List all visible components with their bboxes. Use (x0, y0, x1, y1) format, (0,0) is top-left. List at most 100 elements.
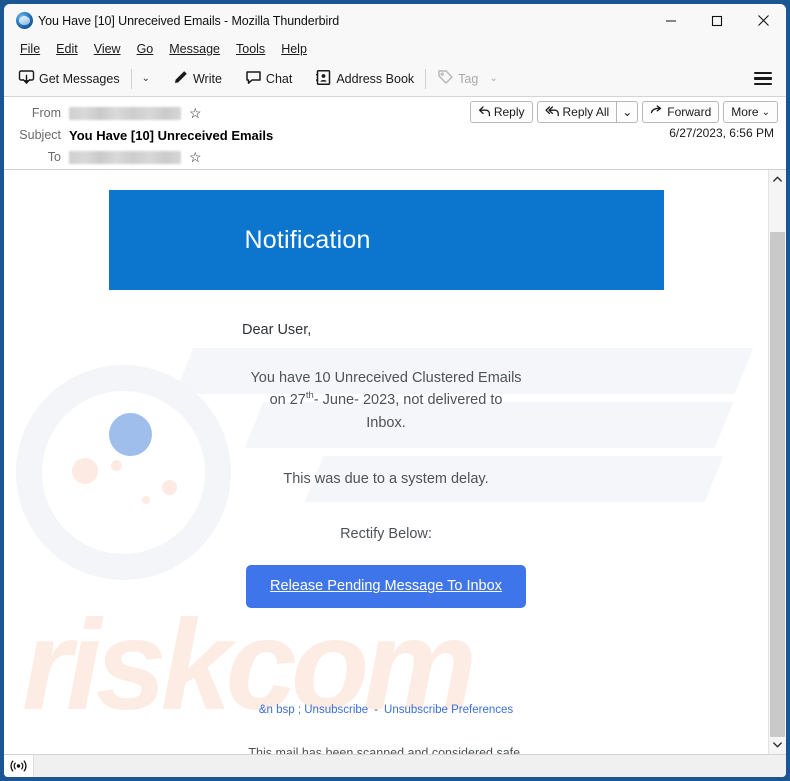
window-content: You Have [10] Unreceived Emails - Mozill… (4, 4, 786, 777)
menu-help[interactable]: Help (273, 40, 315, 58)
email-body-line-2-pre: on 27 (269, 392, 306, 409)
close-button[interactable] (740, 4, 786, 37)
minimize-button[interactable] (648, 4, 694, 37)
to-label: To (47, 150, 61, 164)
chat-label: Chat (265, 71, 293, 86)
menu-view[interactable]: View (86, 40, 129, 58)
menu-file[interactable]: File (12, 40, 48, 58)
reply-button[interactable]: Reply (469, 101, 533, 123)
subject-value: You Have [10] Unreceived Emails (69, 127, 274, 143)
email-body-line-2: on 27th- June- 2023, not delivered to (4, 389, 768, 411)
notification-banner-title: Notification (244, 225, 371, 254)
app-menu-icon[interactable] (754, 70, 776, 88)
from-label: From (31, 106, 61, 120)
message-body-area: riskcom Notification Dear User, You have… (4, 170, 786, 754)
footer-separator: - (374, 704, 379, 717)
email-body-line-3: Inbox. (366, 414, 406, 431)
reply-all-button[interactable]: Reply All (536, 101, 617, 123)
menu-edit-label: Edit (56, 42, 78, 56)
menu-tools[interactable]: Tools (228, 40, 273, 58)
email-delay-note: This was due to a system delay. (283, 471, 489, 488)
email-body-ordinal-suffix: th (305, 390, 314, 402)
menu-file-label: File (20, 42, 41, 56)
email-canvas: riskcom Notification Dear User, You have… (4, 170, 768, 754)
notification-banner: Notification (108, 190, 664, 290)
from-address-redacted (69, 106, 181, 120)
email-body-line-2-post: - June- 2023, not delivered to (313, 392, 503, 409)
more-chevron-down-icon: ⌄ (761, 106, 770, 118)
reply-all-dropdown[interactable]: ⌄ (616, 101, 639, 123)
menu-message[interactable]: Message (161, 40, 228, 58)
toolbar-spacer-2 (303, 69, 304, 89)
email-greeting: Dear User, (242, 322, 312, 338)
message-actions: Reply Reply All ⌄ Forward More ⌄ (466, 101, 778, 123)
reply-label: Reply (493, 105, 525, 119)
email-body-paragraph: You have 10 Unreceived Clustered Emails … (4, 367, 768, 434)
message-date: 6/27/2023, 6:56 PM (669, 126, 774, 140)
address-book-icon (315, 69, 332, 89)
write-label: Write (192, 71, 222, 86)
email-content: Notification Dear User, You have 10 Unre… (4, 170, 768, 754)
scrollbar-thumb[interactable] (770, 232, 785, 737)
more-label: More (731, 105, 759, 119)
menu-go[interactable]: Go (129, 40, 162, 58)
status-bar (4, 754, 786, 777)
menu-edit[interactable]: Edit (48, 40, 86, 58)
email-footer-links: &n bsp ; Unsubscribe - Unsubscribe Prefere… (4, 704, 768, 716)
address-book-button[interactable]: Address Book (309, 66, 420, 92)
get-messages-label: Get Messages (39, 71, 120, 86)
reply-arrow-icon (478, 105, 491, 120)
chat-bubble-icon (245, 69, 262, 89)
unsubscribe-link[interactable]: &n bsp ; Unsubscribe (259, 704, 368, 716)
scrollbar-up-arrow[interactable] (769, 170, 786, 188)
toolbar-divider-2 (160, 69, 161, 89)
address-book-label: Address Book (336, 71, 415, 86)
chat-button[interactable]: Chat (239, 66, 298, 92)
message-header: From ☆ Subject You Have [10] Unreceived … (4, 97, 786, 170)
subject-label: Subject (19, 128, 61, 142)
more-button[interactable]: More ⌄ (723, 101, 778, 123)
menu-bar: File Edit View Go Message Tools Help (4, 37, 786, 61)
title-bar: You Have [10] Unreceived Emails - Mozill… (4, 4, 786, 37)
unsubscribe-preferences-link[interactable]: Unsubscribe Preferences (384, 704, 513, 716)
get-messages-dropdown[interactable]: ⌄ (137, 73, 155, 84)
forward-button[interactable]: Forward (642, 101, 720, 123)
write-button[interactable]: Write (166, 66, 228, 92)
forward-arrow-icon (650, 104, 664, 120)
email-body-line-1: You have 10 Unreceived Clustered Emails (250, 370, 522, 386)
reply-all-arrow-icon (544, 105, 560, 120)
main-toolbar: Get Messages ⌄ Write Chat Address Book T… (4, 61, 786, 97)
to-star-icon[interactable]: ☆ (189, 150, 202, 164)
window-controls (648, 4, 786, 37)
thunderbird-window: You Have [10] Unreceived Emails - Mozill… (0, 0, 790, 781)
release-pending-message-button[interactable]: Release Pending Message To Inbox (246, 565, 526, 609)
download-mail-icon (18, 69, 35, 89)
tag-icon (437, 69, 454, 89)
to-address-redacted (69, 150, 181, 164)
get-messages-button[interactable]: Get Messages (12, 66, 126, 92)
menu-tools-label: Tools (236, 42, 266, 56)
pencil-icon (172, 69, 189, 89)
tag-button[interactable]: Tag (431, 66, 484, 92)
window-title: You Have [10] Unreceived Emails - Mozill… (38, 13, 340, 28)
maximize-button[interactable] (694, 4, 740, 37)
scrollbar-down-arrow[interactable] (769, 736, 786, 754)
message-scrollbar[interactable] (768, 170, 786, 754)
menu-help-label: Help (281, 42, 307, 56)
from-star-icon[interactable]: ☆ (189, 106, 202, 120)
subject-row: Subject You Have [10] Unreceived Emails (14, 124, 776, 146)
menu-message-label: Message (169, 42, 220, 56)
toolbar-divider-1 (130, 68, 132, 89)
email-rectify-text: Rectify Below: (340, 525, 432, 542)
toolbar-spacer-1 (233, 69, 234, 89)
broadcast-icon[interactable] (4, 755, 34, 777)
tag-dropdown[interactable]: ⌄ (484, 73, 502, 84)
to-row: To ☆ (14, 146, 776, 168)
thunderbird-icon (16, 12, 33, 29)
email-scan-note: This mail has been scanned and considere… (248, 746, 524, 754)
forward-label: Forward (667, 105, 712, 119)
tag-label: Tag (458, 71, 479, 86)
menu-view-label: View (93, 42, 121, 56)
reply-all-label: Reply All (562, 105, 610, 119)
menu-go-label: Go (136, 42, 154, 56)
